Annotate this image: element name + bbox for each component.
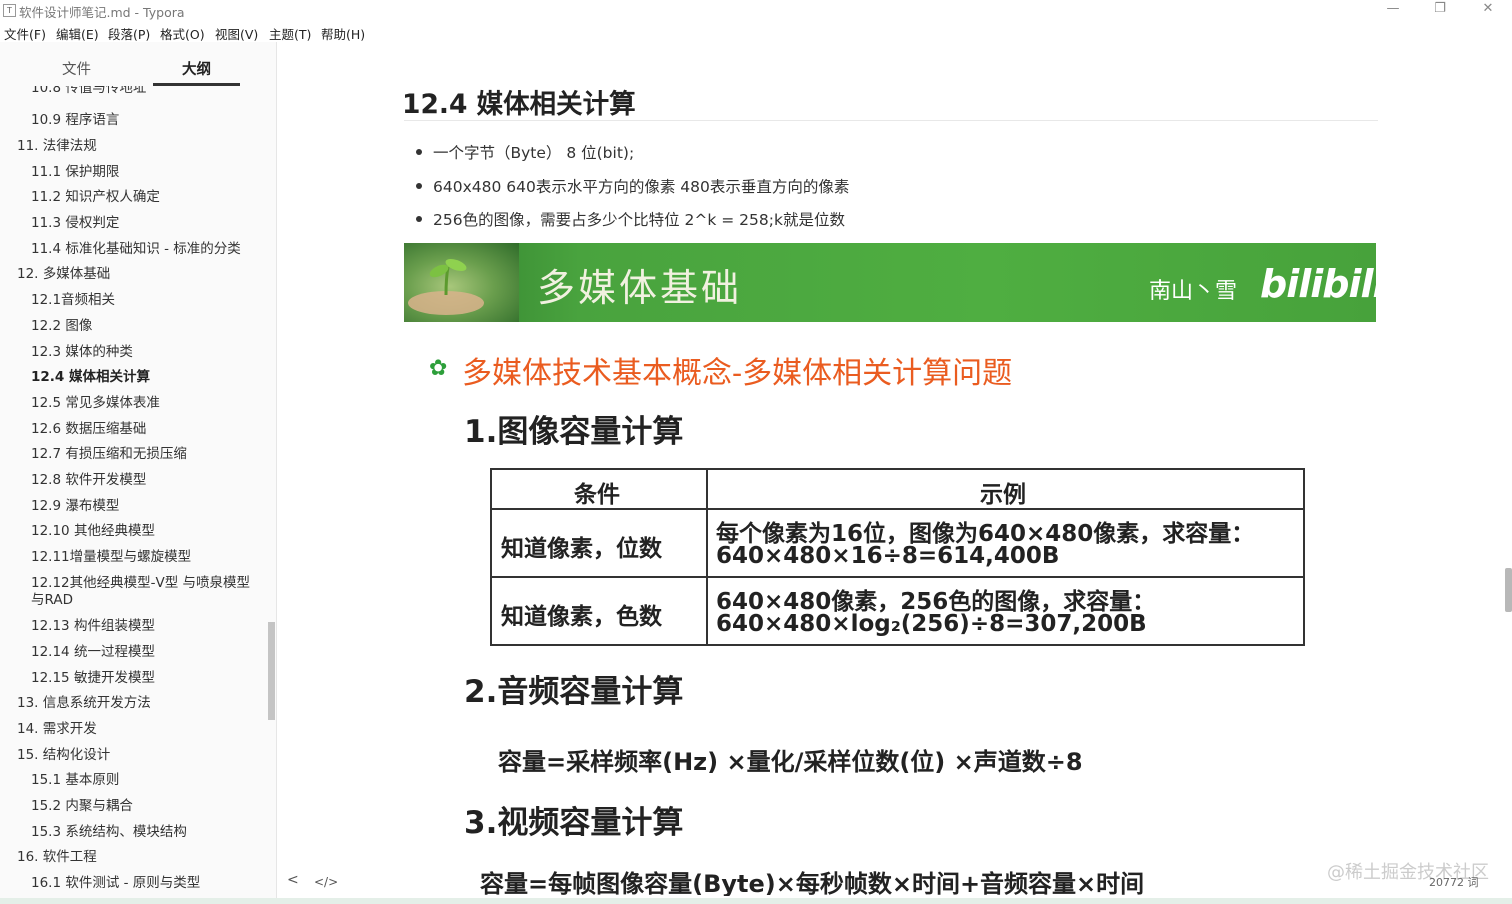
outline-item[interactable]: 12.7 有损压缩和无损压缩: [31, 446, 187, 463]
maximize-button[interactable]: ❐: [1417, 0, 1463, 20]
bullet-text: 一个字节（Byte） 8 位(bit);: [433, 144, 635, 162]
outline-item[interactable]: 12.12其他经典模型-V型 与喷泉模型与RAD: [31, 575, 251, 609]
outline-item[interactable]: 13. 信息系统开发方法: [17, 695, 151, 712]
outline-item[interactable]: 10.9 程序语言: [31, 112, 119, 129]
sidebar: 文件 大纲 10.8 传值与传地址 10.9 程序语言 11. 法律法规 11.…: [0, 42, 277, 898]
bullet-item: 640x480 640表示水平方向的像素 480表示垂直方向的像素: [416, 175, 849, 197]
table-cell: 640×480×16÷8=614,400B: [716, 543, 1060, 569]
table-cell: 知道像素，色数: [501, 604, 662, 630]
menu-theme[interactable]: 主题(T): [269, 24, 311, 43]
outline-list: 10.8 传值与传地址 10.9 程序语言 11. 法律法规 11.1 保护期限…: [0, 86, 262, 898]
back-arrow-icon[interactable]: <: [287, 872, 299, 888]
heading-divider: [404, 120, 1378, 121]
sidebar-scrollbar[interactable]: [268, 622, 275, 720]
menu-view[interactable]: 视图(V): [215, 24, 258, 43]
outline-item[interactable]: 11.3 侵权判定: [31, 215, 119, 232]
slide-subtitle: 多媒体技术基本概念-多媒体相关计算问题: [462, 356, 1013, 391]
table-header: 条件: [574, 482, 620, 508]
capacity-table: 条件 示例 知道像素，位数 每个像素为16位，图像为640×480像素，求容量：…: [490, 468, 1305, 646]
doc-heading: 12.4 媒体相关计算: [402, 89, 636, 120]
video-formula: 容量=每帧图像容量(Byte)×每秒帧数×时间+音频容量×时间: [480, 870, 1145, 896]
outline-item-active[interactable]: 12.4 媒体相关计算: [31, 369, 150, 386]
source-code-icon[interactable]: </>: [314, 875, 338, 889]
minimize-button[interactable]: —: [1370, 0, 1416, 20]
tab-outline[interactable]: 大纲: [182, 58, 211, 79]
audio-formula: 容量=采样频率(Hz) ×量化/采样位数(位) ×声道数÷8: [498, 748, 1083, 776]
outline-item[interactable]: 16.1 软件测试 - 原则与类型: [31, 875, 200, 892]
bottom-strip: [0, 898, 1512, 904]
table-divider: [706, 470, 708, 644]
bullet-text: 640x480 640表示水平方向的像素 480表示垂直方向的像素: [433, 178, 850, 196]
outline-item[interactable]: 11.4 标准化基础知识 - 标准的分类: [31, 241, 241, 258]
outline-item[interactable]: 12.9 瀑布模型: [31, 498, 119, 515]
outline-item[interactable]: 12.15 敏捷开发模型: [31, 670, 155, 687]
typora-app-icon: T: [3, 4, 16, 17]
title-bar: T 软件设计师笔记.md - Typora — ❐ ✕: [0, 0, 1512, 20]
menu-edit[interactable]: 编辑(E): [56, 24, 99, 43]
outline-item[interactable]: 11.1 保护期限: [31, 164, 119, 181]
outline-item[interactable]: 11. 法律法规: [17, 138, 97, 155]
bullet-dot-icon: [416, 148, 422, 155]
bilibili-logo: bilibili: [1260, 262, 1376, 306]
slide-banner: 多媒体基础 南山丶雪 bilibili: [404, 243, 1376, 322]
outline-item[interactable]: 15.2 内聚与耦合: [31, 798, 133, 815]
outline-item[interactable]: 10.8 传值与传地址: [31, 86, 146, 97]
outline-item[interactable]: 15.3 系统结构、模块结构: [31, 824, 187, 841]
bullet-dot-icon: [416, 215, 422, 222]
outline-item[interactable]: 16. 软件工程: [17, 849, 97, 866]
outline-item[interactable]: 12.2 图像: [31, 318, 92, 335]
outline-item[interactable]: 12.1音频相关: [31, 292, 115, 309]
outline-item[interactable]: 12.14 统一过程模型: [31, 644, 155, 661]
tab-files[interactable]: 文件: [62, 58, 91, 79]
bullet-item: 256色的图像，需要占多少个比特位 2^k = 258;k就是位数: [416, 208, 845, 230]
menu-help[interactable]: 帮助(H): [321, 24, 365, 43]
section-title: 3.视频容量计算: [464, 805, 684, 841]
section-title: 2.音频容量计算: [464, 674, 684, 710]
gear-bullet-icon: ✿: [429, 356, 448, 381]
bullet-text: 256色的图像，需要占多少个比特位 2^k = 258;k就是位数: [433, 211, 845, 229]
editor-scrollbar[interactable]: [1505, 568, 1512, 612]
outline-item[interactable]: 12.3 媒体的种类: [31, 344, 133, 361]
seedling-in-hands-image: [404, 243, 519, 322]
section-title: 1.图像容量计算: [464, 414, 684, 450]
table-cell: 640×480×log₂(256)÷8=307,200B: [716, 611, 1147, 637]
window-title: 软件设计师笔记.md - Typora: [19, 5, 185, 20]
outline-item[interactable]: 14. 需求开发: [17, 721, 97, 738]
table-cell: 知道像素，位数: [501, 536, 662, 562]
outline-item[interactable]: 12. 多媒体基础: [17, 266, 110, 283]
outline-item[interactable]: 12.10 其他经典模型: [31, 523, 155, 540]
outline-item[interactable]: 15.1 基本原则: [31, 772, 119, 789]
menu-file[interactable]: 文件(F): [4, 24, 46, 43]
close-button[interactable]: ✕: [1465, 0, 1511, 20]
banner-credit: 南山丶雪: [1149, 279, 1238, 304]
outline-item[interactable]: 12.5 常见多媒体表准: [31, 395, 160, 412]
outline-item[interactable]: 12.11增量模型与螺旋模型: [31, 549, 191, 566]
bullet-dot-icon: [416, 182, 422, 189]
slide-image: 多媒体基础 南山丶雪 bilibili ✿ 多媒体技术基本概念-多媒体相关计算问…: [404, 243, 1376, 896]
table-divider: [492, 576, 1303, 578]
outline-item[interactable]: 11.2 知识产权人确定: [31, 189, 160, 206]
table-header: 示例: [980, 482, 1026, 508]
outline-item[interactable]: 12.13 构件组装模型: [31, 618, 155, 635]
outline-item[interactable]: 15. 结构化设计: [17, 747, 110, 764]
menu-paragraph[interactable]: 段落(P): [108, 24, 150, 43]
banner-title: 多媒体基础: [537, 266, 743, 310]
outline-item[interactable]: 12.8 软件开发模型: [31, 472, 146, 489]
word-count[interactable]: 20772 词: [1429, 874, 1479, 890]
bullet-item: 一个字节（Byte） 8 位(bit);: [416, 141, 634, 163]
menu-format[interactable]: 格式(O): [160, 24, 205, 43]
outline-item[interactable]: 12.6 数据压缩基础: [31, 421, 146, 438]
